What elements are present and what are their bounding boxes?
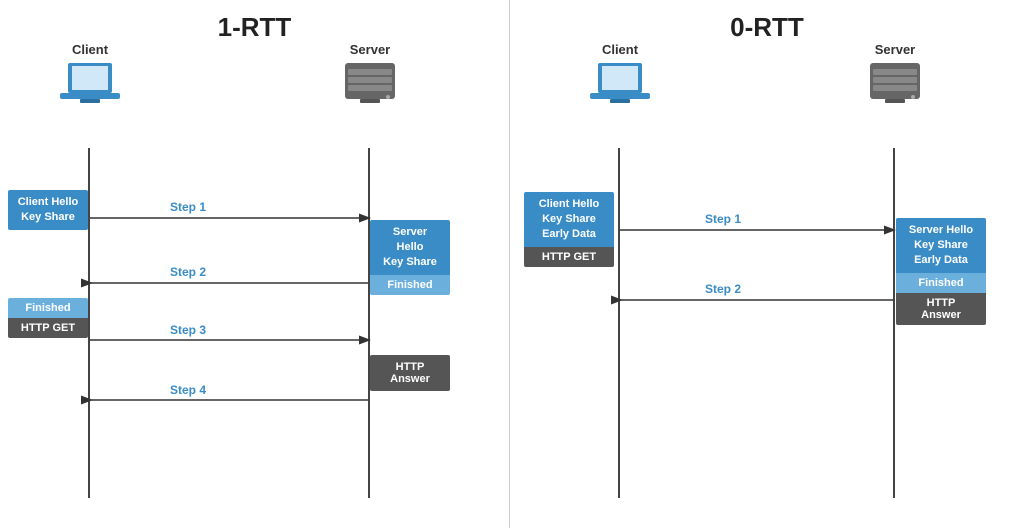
step2-label-0rtt: Step 2	[705, 282, 741, 296]
msg-text-http-line1: HTTP	[396, 361, 425, 373]
actor-label-1rtt-client: Client	[72, 42, 108, 57]
msg-text-0rtt-client-hello-l3: Early Data	[542, 228, 596, 240]
timeline-0rtt-client	[618, 148, 620, 498]
timeline-1rtt-client	[88, 148, 90, 498]
server-icon-0rtt	[865, 61, 925, 105]
msg-text-0rtt-server-hello-l3: Early Data	[914, 254, 968, 266]
section-0rtt: 0-RTT Client Server	[510, 0, 1024, 528]
step1-label-1rtt: Step 1	[170, 200, 206, 214]
actor-label-0rtt-server: Server	[875, 42, 915, 57]
msg-text-server-hello-line1: Server Hello	[393, 226, 427, 253]
msg-0rtt-server-hello: Server Hello Key Share Early Data Finish…	[896, 218, 986, 325]
laptop-icon-1rtt	[60, 61, 120, 105]
msg-text-client-httpget: HTTP GET	[21, 322, 75, 334]
step3-label-1rtt: Step 3	[170, 323, 206, 337]
msg-1rtt-client-hello: Client Hello Key Share	[8, 190, 88, 230]
msg-1rtt-server-hello: Server Hello Key Share Finished	[370, 220, 450, 295]
msg-text-client-hello-line1: Client Hello	[18, 196, 79, 208]
msg-text-client-finished: Finished	[25, 302, 70, 314]
msg-text-http-line2: Answer	[390, 373, 430, 385]
msg-text-0rtt-server-hello-l1: Server Hello	[909, 224, 973, 236]
msg-text-0rtt-client-hello-l2: Key Share	[542, 213, 596, 225]
msg-text-server-hello-line2: Key Share	[383, 256, 437, 268]
msg-text-0rtt-server-http-l2: Answer	[921, 309, 961, 321]
msg-1rtt-http-answer: HTTP Answer	[370, 355, 450, 391]
diagram-container: 1-RTT Client Server	[0, 0, 1024, 528]
server-icon-1rtt	[340, 61, 400, 105]
title-1rtt: 1-RTT	[218, 12, 292, 43]
msg-text-server-finished: Finished	[387, 279, 432, 291]
msg-text-client-hello-line2: Key Share	[21, 211, 75, 223]
timeline-1rtt-server	[368, 148, 370, 498]
laptop-icon-0rtt	[590, 61, 650, 105]
msg-text-0rtt-server-http-l1: HTTP	[927, 297, 956, 309]
step2-label-1rtt: Step 2	[170, 265, 206, 279]
title-0rtt: 0-RTT	[730, 12, 804, 43]
msg-text-0rtt-server-finished: Finished	[918, 277, 963, 289]
section-1rtt: 1-RTT Client Server	[0, 0, 510, 528]
actor-label-0rtt-client: Client	[602, 42, 638, 57]
msg-text-0rtt-server-hello-l2: Key Share	[914, 239, 968, 251]
msg-text-0rtt-client-hello-l1: Client Hello	[539, 198, 600, 210]
msg-1rtt-client-finished: Finished HTTP GET	[8, 298, 88, 338]
step4-label-1rtt: Step 4	[170, 383, 206, 397]
msg-0rtt-client-hello: Client Hello Key Share Early Data HTTP G…	[524, 192, 614, 267]
step1-label-0rtt: Step 1	[705, 212, 741, 226]
actor-label-1rtt-server: Server	[350, 42, 390, 57]
timeline-0rtt-server	[893, 148, 895, 498]
msg-text-0rtt-client-httpget: HTTP GET	[542, 251, 596, 263]
